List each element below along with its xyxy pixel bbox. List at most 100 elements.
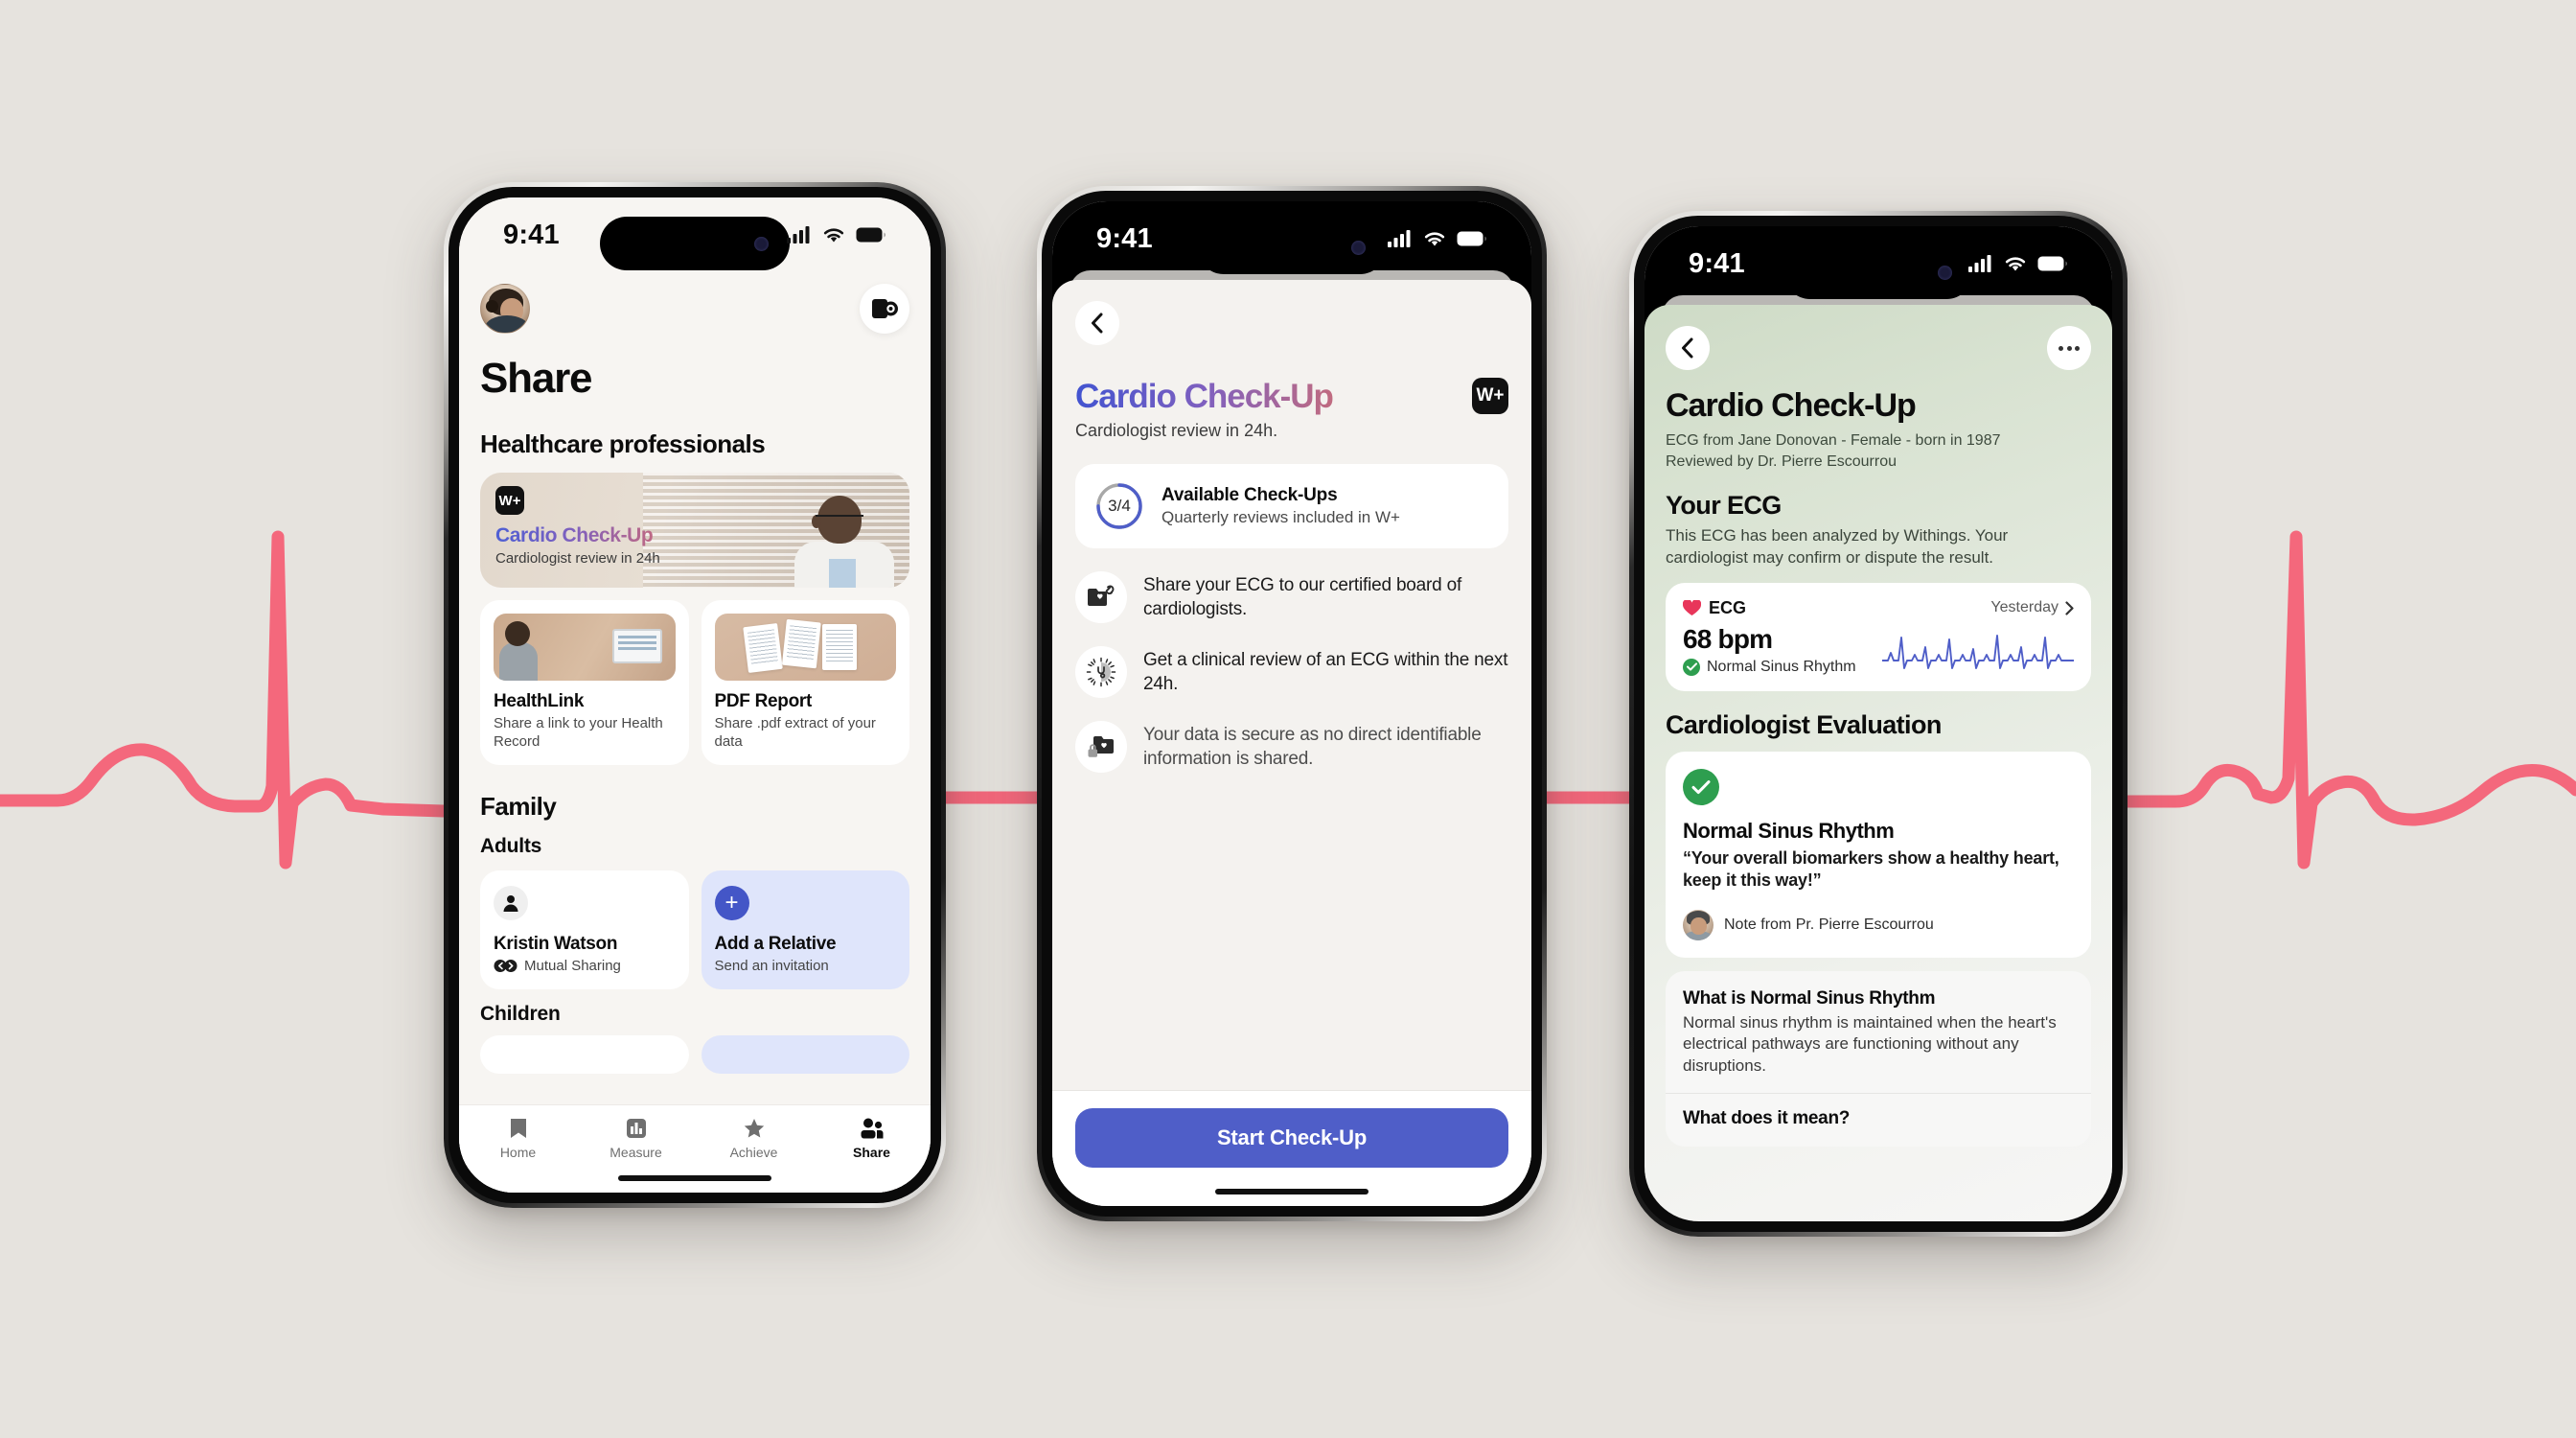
tab-measure[interactable]: Measure <box>577 1117 695 1160</box>
tab-share[interactable]: Share <box>813 1117 931 1160</box>
clock-stethoscope-icon <box>1086 657 1116 687</box>
chevron-right-icon <box>2065 601 2074 615</box>
lock-heart-folder-icon <box>1088 736 1114 757</box>
hero-title: Cardio Check-Up <box>495 524 660 547</box>
share-heart-folder-icon-wrap <box>1075 571 1127 623</box>
back-button[interactable] <box>1075 301 1119 345</box>
healthlink-thumbnail <box>494 614 676 681</box>
cardio-checkup-hero-card[interactable]: W+ Cardio Check-Up Cardiologist review i… <box>480 473 909 588</box>
mutual-sharing-icon <box>494 959 518 972</box>
section-healthcare-heading: Healthcare professionals <box>480 429 766 458</box>
tab-share-label: Share <box>853 1145 890 1160</box>
available-checkups-desc: Quarterly reviews included in W+ <box>1162 508 1400 526</box>
feature-row-share: Share your ECG to our certified board of… <box>1075 571 1508 623</box>
adults-grid: Kristin Watson Mutual Sharing + Add a Re… <box>480 870 909 989</box>
tab-achieve[interactable]: Achieve <box>695 1117 813 1160</box>
chevron-left-icon <box>1092 313 1103 334</box>
status-bar: 9:41 <box>459 197 931 272</box>
check-icon-large <box>1683 768 1719 805</box>
healthlink-tile[interactable]: HealthLink Share a link to your Health R… <box>480 600 689 765</box>
ecg-summary-card[interactable]: ECG Yesterday 68 bpm Normal Sinus Rhythm <box>1666 582 2091 691</box>
patient-meta-line1: ECG from Jane Donovan - Female - born in… <box>1666 432 2001 449</box>
home-indicator <box>618 1175 771 1181</box>
add-relative-meta: Send an invitation <box>715 958 897 974</box>
people-icon <box>861 1118 883 1139</box>
child-card[interactable] <box>480 1034 689 1074</box>
wifi-icon <box>823 228 844 243</box>
share-heart-folder-icon <box>1088 585 1115 606</box>
add-relative-meta-label: Send an invitation <box>714 957 829 974</box>
evaluation-note-from: Note from Pr. Pierre Escourrou <box>1724 916 1934 933</box>
label-children: Children <box>480 1002 561 1025</box>
wifi-icon <box>2005 257 2026 271</box>
page-subtitle: Cardiologist review in 24h. <box>1075 421 1278 440</box>
info-title-2[interactable]: What does it mean? <box>1683 1108 2074 1129</box>
healthlink-desc: Share a link to your Health Record <box>494 715 663 750</box>
page-title: Share <box>480 355 592 402</box>
phone-checkup-result-screen: 9:41 Cardio Check-Up ECG from Jane Donov… <box>1629 211 2128 1237</box>
share-options-grid: HealthLink Share a link to your Health R… <box>480 600 909 765</box>
tab-home[interactable]: Home <box>459 1117 577 1160</box>
pdf-report-title: PDF Report <box>714 691 813 711</box>
home-indicator <box>1215 1189 1368 1194</box>
relative-name: Kristin Watson <box>494 933 618 954</box>
evaluation-note-row: Note from Pr. Pierre Escourrou <box>1683 909 2074 940</box>
person-icon <box>503 894 518 912</box>
ecg-card-label-wrap: ECG <box>1683 598 1746 618</box>
plus-icon: + <box>714 885 749 920</box>
cellular-signal-icon <box>787 226 810 244</box>
relative-card-kristin-watson[interactable]: Kristin Watson Mutual Sharing <box>480 870 689 989</box>
add-child-card[interactable] <box>701 1034 909 1074</box>
section-family-heading: Family <box>480 791 557 821</box>
tab-achieve-label: Achieve <box>729 1145 778 1160</box>
heart-icon <box>1683 599 1701 615</box>
wifi-icon <box>1424 232 1445 246</box>
feature-text-secure: Your data is secure as no direct identif… <box>1143 724 1482 769</box>
share-screen-body: Share Healthcare professionals W+ Cardio… <box>459 197 931 1193</box>
ecg-rhythm-label: Normal Sinus Rhythm <box>1707 658 1856 675</box>
checkups-ring-value: 3/4 <box>1108 497 1131 515</box>
checkups-progress-ring: 3/4 <box>1094 481 1144 531</box>
add-relative-card[interactable]: + Add a Relative Send an invitation <box>701 870 909 989</box>
wplus-badge: W+ <box>495 486 524 515</box>
your-ecg-heading: Your ECG <box>1666 491 1782 521</box>
ecg-card-date: Yesterday <box>1990 599 2058 616</box>
clock-stethoscope-icon-wrap <box>1075 646 1127 698</box>
chevron-left-icon <box>1682 337 1693 359</box>
your-ecg-paragraph: This ECG has been analyzed by Withings. … <box>1666 526 2009 567</box>
watch-icon <box>872 299 898 318</box>
watch-device-button[interactable] <box>860 284 909 334</box>
feature-row-secure: Your data is secure as no direct identif… <box>1075 721 1508 773</box>
status-time: 9:41 <box>503 219 560 250</box>
phone-checkup-intro-screen: 9:41 Cardio Check-Up Cardiologist review… <box>1037 186 1547 1221</box>
status-bar: 9:41 <box>1052 201 1531 276</box>
ellipsis-icon <box>2058 345 2063 351</box>
person-avatar-placeholder <box>494 885 528 920</box>
back-button[interactable] <box>1666 326 1710 370</box>
checkup-result-sheet: Cardio Check-Up ECG from Jane Donovan - … <box>1644 305 2112 1221</box>
tab-measure-label: Measure <box>610 1145 662 1160</box>
pdf-report-desc: Share .pdf extract of your data <box>714 715 876 750</box>
start-checkup-button[interactable]: Start Check-Up <box>1075 1108 1508 1168</box>
feature-text-review: Get a clinical review of an ECG within t… <box>1143 649 1508 694</box>
lock-heart-folder-icon-wrap <box>1075 721 1127 773</box>
page-title: Cardio Check-Up <box>1666 387 1917 424</box>
cardiologist-avatar <box>1683 909 1714 940</box>
cellular-signal-icon <box>1388 230 1411 247</box>
evaluation-status: Normal Sinus Rhythm <box>1683 818 1895 843</box>
evaluation-quote: “Your overall biomarkers show a healthy … <box>1683 847 2059 891</box>
ecg-rhythm-wrap: Normal Sinus Rhythm <box>1683 658 1856 676</box>
phone-share-screen: 9:41 Share Healthcare professionals W+ C… <box>444 182 946 1208</box>
ecg-card-date-wrap: Yesterday <box>1990 599 2074 616</box>
profile-avatar[interactable] <box>480 284 530 334</box>
available-checkups-card[interactable]: 3/4 Available Check-Ups Quarterly review… <box>1075 464 1508 548</box>
ecg-bpm-value: 68 bpm <box>1683 623 1773 654</box>
relative-meta: Mutual Sharing <box>494 958 676 974</box>
more-options-button[interactable] <box>2047 326 2091 370</box>
feature-text-share: Share your ECG to our certified board of… <box>1143 574 1462 619</box>
feature-row-review: Get a clinical review of an ECG within t… <box>1075 646 1508 698</box>
wplus-badge: W+ <box>1472 378 1508 414</box>
pdf-report-tile[interactable]: PDF Report Share .pdf extract of your da… <box>701 600 909 765</box>
check-icon-small <box>1683 658 1700 676</box>
info-accordion-card[interactable]: What is Normal Sinus Rhythm Normal sinus… <box>1666 970 2091 1147</box>
